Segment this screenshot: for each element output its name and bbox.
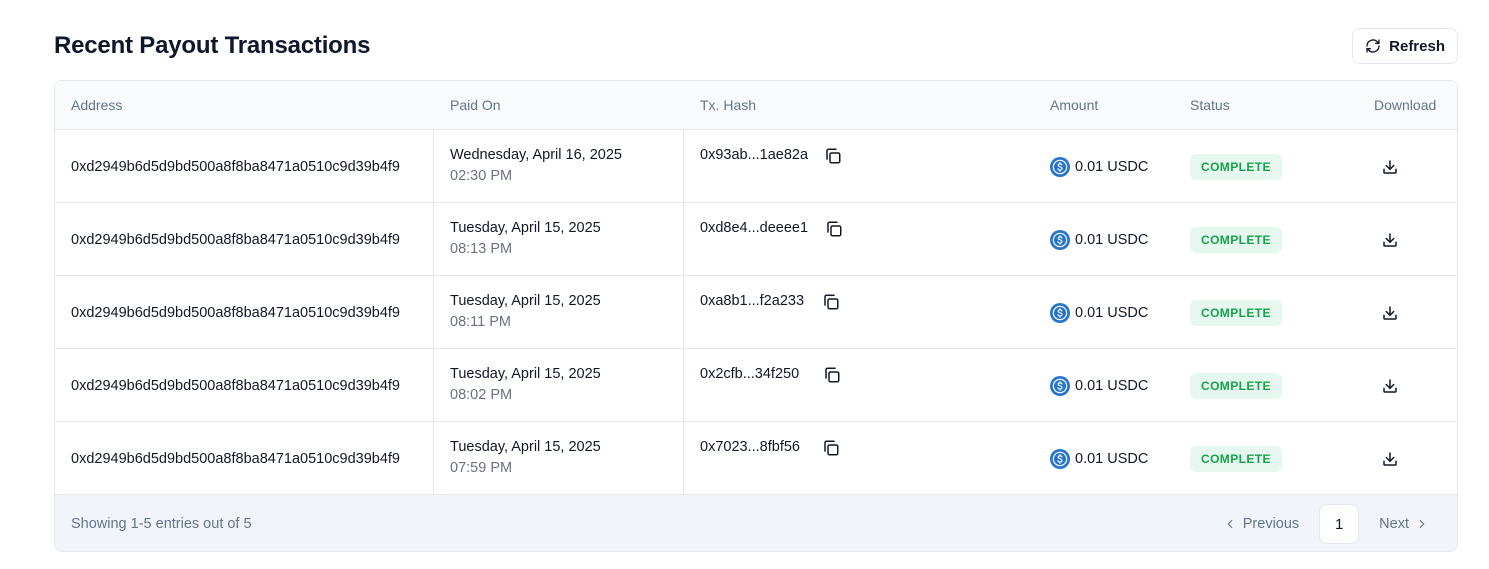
status-cell: COMPLETE bbox=[1190, 276, 1340, 349]
previous-page-button[interactable]: Previous bbox=[1223, 516, 1299, 532]
refresh-button[interactable]: Refresh bbox=[1352, 28, 1458, 64]
tx-hash-cell: 0x2cfb...34f250 bbox=[684, 349, 1034, 422]
payout-table: Address Paid On Tx. Hash Amount Status D… bbox=[54, 80, 1458, 552]
tx-hash-cell: 0x93ab...1ae82a bbox=[684, 130, 1034, 203]
page-number-button[interactable]: 1 bbox=[1319, 504, 1360, 544]
amount-cell: 0.01 USDC bbox=[1050, 276, 1190, 349]
entries-summary: Showing 1-5 entries out of 5 bbox=[71, 516, 252, 532]
download-icon[interactable] bbox=[1381, 304, 1399, 322]
chevron-left-icon bbox=[1227, 519, 1233, 529]
tx-hash-text: 0xa8b1...f2a233 bbox=[700, 293, 805, 309]
download-icon[interactable] bbox=[1381, 377, 1399, 395]
table-row: 0xd2949b6d5d9bd500a8f8ba8471a0510c9d39b4… bbox=[55, 422, 1457, 495]
address-cell: 0xd2949b6d5d9bd500a8f8ba8471a0510c9d39b4… bbox=[55, 203, 434, 276]
paid-time: 02:30 PM bbox=[450, 168, 513, 184]
usdc-coin-icon bbox=[1050, 229, 1070, 250]
copy-icon[interactable] bbox=[823, 366, 841, 384]
paid-date: Wednesday, April 16, 2025 bbox=[450, 147, 622, 163]
copy-icon[interactable] bbox=[825, 220, 843, 238]
download-icon[interactable] bbox=[1381, 231, 1399, 249]
page-title: Recent Payout Transactions bbox=[54, 32, 371, 59]
table-row: 0xd2949b6d5d9bd500a8f8ba8471a0510c9d39b4… bbox=[55, 203, 1457, 276]
paid-date: Tuesday, April 15, 2025 bbox=[450, 439, 601, 455]
tx-hash-cell: 0x7023...8fbf56 bbox=[684, 422, 1034, 495]
amount-text: 0.01 USDC bbox=[1075, 304, 1149, 321]
usdc-coin-icon bbox=[1050, 156, 1070, 177]
download-icon[interactable] bbox=[1381, 158, 1399, 176]
status-badge: COMPLETE bbox=[1190, 299, 1282, 326]
paid-time: 08:11 PM bbox=[450, 314, 511, 330]
paid-date: Tuesday, April 15, 2025 bbox=[450, 220, 601, 236]
status-cell: COMPLETE bbox=[1190, 349, 1340, 422]
download-cell bbox=[1375, 130, 1405, 203]
amount-text: 0.01 USDC bbox=[1075, 158, 1149, 175]
chevron-right-icon bbox=[1419, 519, 1425, 529]
pagination: Previous 1 Next bbox=[1223, 504, 1429, 544]
amount-cell: 0.01 USDC bbox=[1050, 422, 1190, 495]
column-header-tx-hash: Tx. Hash bbox=[700, 97, 757, 113]
copy-icon[interactable] bbox=[824, 147, 842, 165]
status-cell: COMPLETE bbox=[1190, 203, 1340, 276]
paid-time: 07:59 PM bbox=[450, 460, 513, 476]
table-footer: Showing 1-5 entries out of 5 Previous 1 … bbox=[55, 495, 1457, 551]
download-cell bbox=[1375, 422, 1405, 495]
tx-hash-cell: 0xd8e4...deeee1 bbox=[684, 203, 1034, 276]
usdc-coin-icon bbox=[1050, 375, 1070, 396]
page-header: Recent Payout Transactions Refresh bbox=[54, 28, 1458, 64]
paid-on-cell: Tuesday, April 15, 2025 08:11 PM bbox=[434, 276, 684, 349]
usdc-coin-icon bbox=[1050, 448, 1070, 469]
download-cell bbox=[1375, 203, 1405, 276]
paid-on-cell: Tuesday, April 15, 2025 08:02 PM bbox=[434, 349, 684, 422]
paid-date: Tuesday, April 15, 2025 bbox=[450, 366, 601, 382]
amount-cell: 0.01 USDC bbox=[1050, 203, 1190, 276]
refresh-button-label: Refresh bbox=[1389, 37, 1445, 55]
amount-cell: 0.01 USDC bbox=[1050, 130, 1190, 203]
previous-label: Previous bbox=[1242, 516, 1300, 532]
usdc-coin-icon bbox=[1050, 302, 1070, 323]
download-cell bbox=[1375, 349, 1405, 422]
next-label: Next bbox=[1379, 516, 1409, 532]
paid-on-cell: Tuesday, April 15, 2025 08:13 PM bbox=[434, 203, 684, 276]
status-badge: COMPLETE bbox=[1190, 153, 1282, 180]
table-row: 0xd2949b6d5d9bd500a8f8ba8471a0510c9d39b4… bbox=[55, 130, 1457, 203]
tx-hash-text: 0xd8e4...deeee1 bbox=[700, 220, 809, 236]
copy-icon[interactable] bbox=[822, 439, 840, 457]
paid-time: 08:13 PM bbox=[450, 241, 513, 257]
address-cell: 0xd2949b6d5d9bd500a8f8ba8471a0510c9d39b4… bbox=[55, 130, 434, 203]
table-row: 0xd2949b6d5d9bd500a8f8ba8471a0510c9d39b4… bbox=[55, 276, 1457, 349]
paid-time: 08:02 PM bbox=[450, 387, 513, 403]
tx-hash-text: 0x93ab...1ae82a bbox=[700, 147, 809, 163]
download-cell bbox=[1375, 276, 1405, 349]
refresh-icon bbox=[1366, 39, 1380, 53]
tx-hash-text: 0x7023...8fbf56 bbox=[700, 439, 800, 455]
column-header-paid-on: Paid On bbox=[450, 97, 501, 113]
column-header-amount: Amount bbox=[1050, 97, 1099, 113]
amount-text: 0.01 USDC bbox=[1075, 231, 1149, 248]
paid-date: Tuesday, April 15, 2025 bbox=[450, 293, 601, 309]
download-icon[interactable] bbox=[1381, 450, 1399, 468]
tx-hash-text: 0x2cfb...34f250 bbox=[700, 366, 800, 382]
amount-cell: 0.01 USDC bbox=[1050, 349, 1190, 422]
status-cell: COMPLETE bbox=[1190, 130, 1340, 203]
address-cell: 0xd2949b6d5d9bd500a8f8ba8471a0510c9d39b4… bbox=[55, 276, 434, 349]
table-row: 0xd2949b6d5d9bd500a8f8ba8471a0510c9d39b4… bbox=[55, 349, 1457, 422]
tx-hash-cell: 0xa8b1...f2a233 bbox=[684, 276, 1034, 349]
address-cell: 0xd2949b6d5d9bd500a8f8ba8471a0510c9d39b4… bbox=[55, 422, 434, 495]
status-badge: COMPLETE bbox=[1190, 445, 1282, 472]
amount-text: 0.01 USDC bbox=[1075, 377, 1149, 394]
copy-icon[interactable] bbox=[822, 293, 840, 311]
status-badge: COMPLETE bbox=[1190, 226, 1282, 253]
table-header: Address Paid On Tx. Hash Amount Status D… bbox=[55, 81, 1457, 130]
address-cell: 0xd2949b6d5d9bd500a8f8ba8471a0510c9d39b4… bbox=[55, 349, 434, 422]
status-cell: COMPLETE bbox=[1190, 422, 1340, 495]
column-header-address: Address bbox=[71, 97, 123, 113]
status-badge: COMPLETE bbox=[1190, 372, 1282, 399]
amount-text: 0.01 USDC bbox=[1075, 450, 1149, 467]
paid-on-cell: Tuesday, April 15, 2025 07:59 PM bbox=[434, 422, 684, 495]
column-header-status: Status bbox=[1190, 97, 1230, 113]
paid-on-cell: Wednesday, April 16, 2025 02:30 PM bbox=[434, 130, 684, 203]
column-header-download: Download bbox=[1374, 97, 1437, 113]
next-page-button[interactable]: Next bbox=[1379, 516, 1429, 532]
